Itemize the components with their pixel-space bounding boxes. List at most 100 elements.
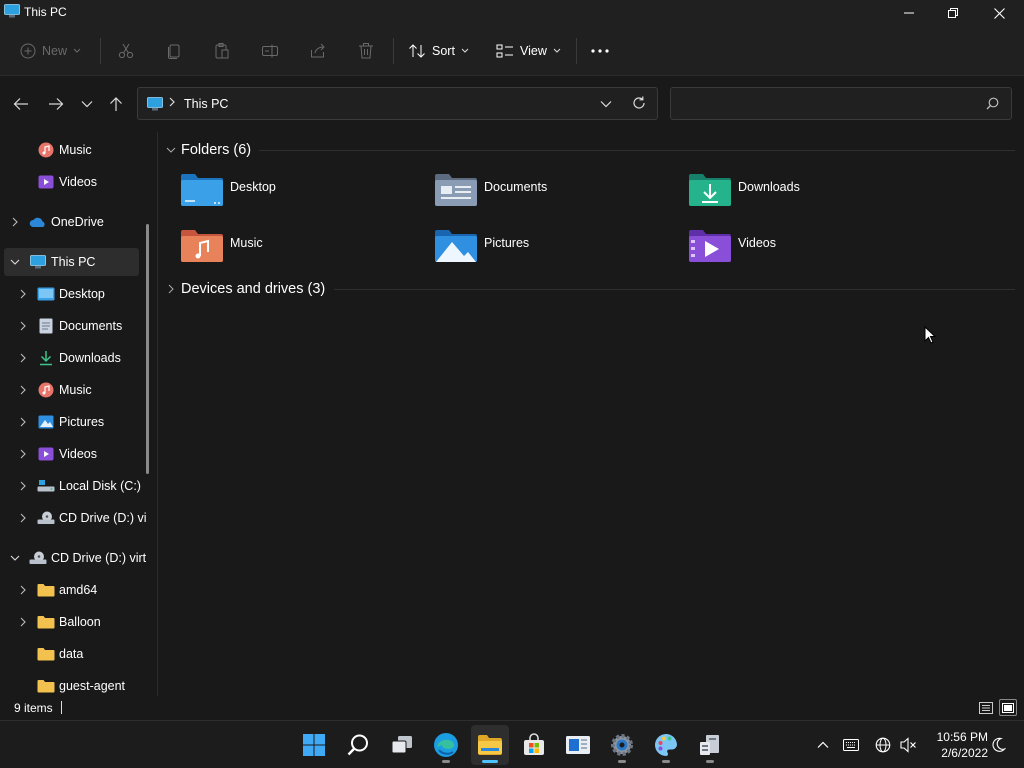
sidebar-item-desktop[interactable]: Desktop: [4, 280, 139, 308]
folder-tile-documents[interactable]: Documents: [434, 172, 674, 216]
pc-icon: [29, 254, 47, 270]
recent-locations-button[interactable]: [75, 92, 99, 116]
breadcrumb-chevron-icon[interactable]: [168, 96, 176, 110]
folders-group-header[interactable]: Folders (6): [165, 139, 251, 161]
network-button[interactable]: [873, 735, 893, 755]
sidebar-item-music-quick[interactable]: Music: [4, 136, 139, 164]
folder-tile-pictures[interactable]: Pictures: [434, 228, 674, 272]
touch-keyboard-button[interactable]: [841, 735, 861, 755]
drives-group-header[interactable]: Devices and drives (3): [165, 278, 325, 300]
taskbar-search-button[interactable]: [339, 725, 377, 765]
chevron-right-icon[interactable]: [17, 616, 29, 628]
clock[interactable]: 10:56 PM 2/6/2022: [926, 729, 988, 761]
sidebar-item-this-pc[interactable]: This PC: [4, 248, 139, 276]
back-button[interactable]: [9, 92, 33, 116]
folder-tile-downloads[interactable]: Downloads: [688, 172, 928, 216]
chevron-right-icon[interactable]: [17, 288, 29, 300]
rename-button[interactable]: [261, 38, 279, 64]
sidebar-item-videos[interactable]: Videos: [4, 440, 139, 468]
sidebar-item-label: This PC: [51, 255, 96, 269]
copy-button[interactable]: [165, 38, 183, 64]
sidebar-item-onedrive[interactable]: OneDrive: [4, 208, 139, 236]
file-list[interactable]: Folders (6) Desktop Documents Downloads …: [159, 132, 1024, 696]
breadcrumb-this-pc[interactable]: This PC: [184, 97, 228, 111]
more-icon: [591, 49, 609, 53]
sidebar-item-data[interactable]: data: [4, 640, 139, 668]
sidebar-item-downloads[interactable]: Downloads: [4, 344, 139, 372]
sidebar-item-music[interactable]: Music: [4, 376, 139, 404]
details-view-button[interactable]: [977, 699, 995, 716]
cut-icon: [118, 43, 134, 59]
news-button[interactable]: [559, 725, 597, 765]
search-input[interactable]: [679, 94, 979, 114]
server-manager-button[interactable]: [691, 725, 729, 765]
view-button[interactable]: View: [496, 38, 561, 64]
delete-button[interactable]: [357, 38, 375, 64]
forward-button[interactable]: [44, 92, 68, 116]
sidebar-item-local-disk[interactable]: Local Disk (C:): [4, 472, 141, 500]
folder-icon: [37, 614, 55, 630]
sidebar-item-guest-agent[interactable]: guest-agent: [4, 672, 139, 696]
folder-tile-videos[interactable]: Videos: [688, 228, 928, 272]
volume-button[interactable]: [898, 735, 918, 755]
restore-button[interactable]: [930, 0, 976, 26]
large-icons-view-icon: [1002, 702, 1014, 713]
up-button[interactable]: [104, 92, 128, 116]
chevron-down-icon[interactable]: [9, 256, 21, 268]
address-bar[interactable]: This PC: [137, 87, 658, 120]
sidebar-item-pictures[interactable]: Pictures: [4, 408, 139, 436]
chevron-right-icon[interactable]: [17, 584, 29, 596]
cut-button[interactable]: [117, 38, 135, 64]
chevron-right-icon[interactable]: [17, 416, 29, 428]
new-button[interactable]: New: [20, 38, 81, 64]
pictures-icon: [37, 414, 55, 430]
paste-icon: [215, 43, 229, 59]
sidebar-scrollbar[interactable]: [146, 224, 149, 474]
minimize-button[interactable]: [886, 0, 932, 26]
chevron-down-icon: [73, 48, 81, 53]
chevron-up-icon: [817, 741, 829, 748]
chevron-right-icon[interactable]: [17, 320, 29, 332]
settings-button[interactable]: [603, 725, 641, 765]
taskbar: 10:56 PM 2/6/2022: [0, 720, 1024, 768]
folder-name: Desktop: [230, 180, 276, 194]
chevron-right-icon[interactable]: [17, 480, 29, 492]
chevron-right-icon[interactable]: [17, 512, 29, 524]
chevron-right-icon[interactable]: [165, 283, 177, 295]
tiles-view-button[interactable]: [999, 699, 1017, 716]
folder-tile-desktop[interactable]: Desktop: [180, 172, 420, 216]
share-button[interactable]: [309, 38, 327, 64]
file-explorer-button[interactable]: [471, 725, 509, 765]
sidebar-item-amd64[interactable]: amd64: [4, 576, 139, 604]
sidebar-item-cd-drive-root[interactable]: CD Drive (D:) virt: [4, 544, 146, 572]
search-box[interactable]: [670, 87, 1012, 120]
sidebar-item-documents[interactable]: Documents: [4, 312, 139, 340]
sidebar-item-videos-quick[interactable]: Videos: [4, 168, 139, 196]
chevron-right-icon[interactable]: [17, 448, 29, 460]
task-view-button[interactable]: [383, 725, 421, 765]
refresh-icon[interactable]: [632, 96, 646, 113]
paint-button[interactable]: [647, 725, 685, 765]
address-dropdown-icon[interactable]: [600, 97, 612, 111]
show-hidden-icons-button[interactable]: [813, 735, 833, 755]
close-button[interactable]: [976, 0, 1022, 26]
start-button[interactable]: [295, 725, 333, 765]
store-button[interactable]: [515, 725, 553, 765]
folder-tile-music[interactable]: Music: [180, 228, 420, 272]
divider: [61, 701, 62, 714]
edge-button[interactable]: [427, 725, 465, 765]
focus-assist-button[interactable]: [988, 735, 1008, 755]
chevron-down-icon[interactable]: [165, 144, 177, 156]
sort-button[interactable]: Sort: [408, 38, 469, 64]
search-icon[interactable]: [986, 97, 999, 113]
chevron-right-icon[interactable]: [9, 216, 21, 228]
chevron-right-icon[interactable]: [17, 384, 29, 396]
paste-button[interactable]: [213, 38, 231, 64]
sidebar-item-cd-drive[interactable]: CD Drive (D:) vi: [4, 504, 147, 532]
navigation-pane[interactable]: Music Videos OneDrive This PC Desktop Do…: [0, 132, 158, 696]
chevron-right-icon[interactable]: [17, 352, 29, 364]
sidebar-item-balloon[interactable]: Balloon: [4, 608, 139, 636]
chevron-down-icon[interactable]: [9, 552, 21, 564]
music-folder-icon: [180, 228, 224, 267]
more-options-button[interactable]: [590, 38, 610, 64]
